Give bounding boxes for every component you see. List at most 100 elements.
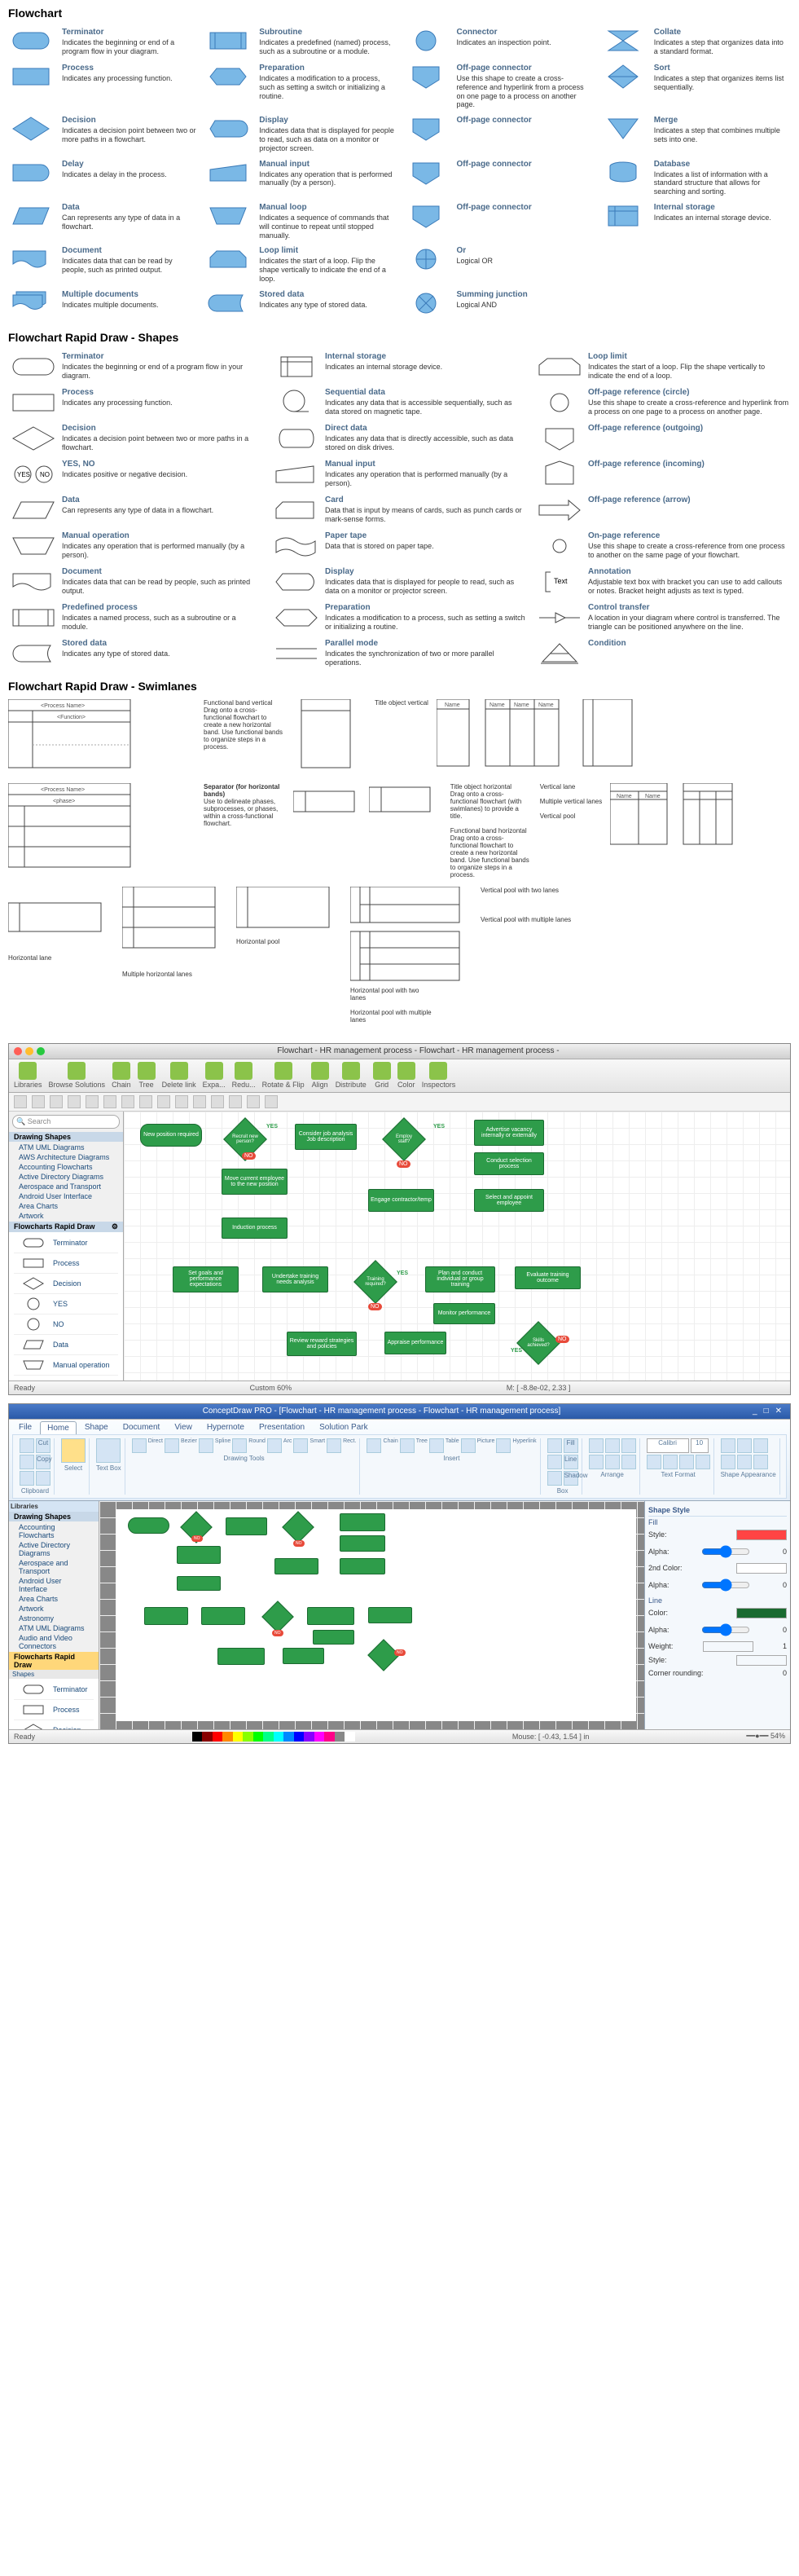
tool-icon[interactable]	[229, 1095, 242, 1108]
toolbar-button[interactable]: Tree	[138, 1062, 156, 1089]
node-process[interactable]: Plan and conduct individual or group tra…	[425, 1266, 495, 1292]
node-decision[interactable]: Training required?	[353, 1260, 397, 1304]
line-alpha-slider[interactable]	[701, 1623, 750, 1636]
palette-header[interactable]: Flowcharts Rapid Draw⚙	[9, 1222, 123, 1232]
tool-icon[interactable]	[121, 1095, 134, 1108]
gear-icon[interactable]: ⚙	[112, 1222, 118, 1231]
zoom-label[interactable]: Custom 60%	[250, 1384, 292, 1392]
palette-item[interactable]: Terminator	[14, 1233, 118, 1253]
alpha2-slider[interactable]	[701, 1579, 750, 1592]
tool-icon[interactable]	[175, 1095, 188, 1108]
palette-item[interactable]: Process	[14, 1253, 118, 1274]
node-process[interactable]: Engage contractor/temp	[368, 1189, 434, 1212]
drawtool-button[interactable]	[199, 1438, 213, 1453]
drawtool-button[interactable]	[132, 1438, 147, 1453]
second-color-swatch[interactable]	[736, 1563, 787, 1574]
toolbar-button[interactable]: Color	[397, 1062, 415, 1089]
node-process[interactable]: Appraise performance	[384, 1332, 446, 1354]
node-process[interactable]: Evaluate training outcome	[515, 1266, 581, 1289]
palette-item[interactable]: NO	[14, 1314, 118, 1335]
mac-window-controls[interactable]	[14, 1047, 45, 1055]
node-process[interactable]: Set goals and performance expectations	[173, 1266, 239, 1292]
toolbar-button[interactable]: Rotate & Flip	[262, 1062, 305, 1089]
fill-button[interactable]	[547, 1438, 562, 1453]
library-item[interactable]: Active Directory Diagrams	[14, 1540, 94, 1558]
drawtool-button[interactable]	[267, 1438, 282, 1453]
library-item[interactable]: Accounting Flowcharts	[14, 1522, 94, 1540]
palette-item[interactable]: Process	[14, 1700, 94, 1720]
toolbar-button[interactable]: Grid	[373, 1062, 391, 1089]
drawtool-button[interactable]	[327, 1438, 341, 1453]
library-item[interactable]: Active Directory Diagrams	[14, 1172, 118, 1182]
library-item[interactable]: Area Charts	[14, 1201, 118, 1211]
ribbon-tab[interactable]: Shape	[78, 1421, 115, 1434]
library-item[interactable]: Audio and Video Connectors	[14, 1633, 94, 1651]
node-process[interactable]: Review reward strategies and policies	[287, 1332, 357, 1356]
win-canvas[interactable]: NO NO NO NO	[99, 1501, 644, 1729]
toolbar-button[interactable]: Distribute	[336, 1062, 367, 1089]
zoom-slider[interactable]: ━━●━━	[746, 1732, 768, 1740]
toolbar-button[interactable]: Delete link	[162, 1062, 196, 1089]
fill-style-swatch[interactable]	[736, 1530, 787, 1540]
library-item[interactable]: Accounting Flowcharts	[14, 1162, 118, 1172]
library-item[interactable]: Artwork	[14, 1604, 94, 1614]
toolbar-button[interactable]: Browse Solutions	[49, 1062, 106, 1089]
tool-icon[interactable]	[157, 1095, 170, 1108]
tool-icon[interactable]	[247, 1095, 260, 1108]
ribbon-tab[interactable]: File	[12, 1421, 38, 1434]
clone-button[interactable]	[36, 1471, 50, 1486]
library-item[interactable]: ATM UML Diagrams	[14, 1143, 118, 1152]
insert-button[interactable]	[400, 1438, 415, 1453]
copy-button[interactable]	[20, 1455, 34, 1469]
select-button[interactable]	[61, 1438, 86, 1463]
tool-icon[interactable]	[86, 1095, 99, 1108]
node-process[interactable]: Induction process	[222, 1218, 288, 1239]
drawtool-button[interactable]	[293, 1438, 308, 1453]
tool-icon[interactable]	[32, 1095, 45, 1108]
close-icon[interactable]: ✕	[772, 1407, 785, 1416]
line-button[interactable]	[547, 1455, 562, 1469]
textbox-button[interactable]	[96, 1438, 121, 1463]
node-process[interactable]: Move current employee to the new positio…	[222, 1169, 288, 1195]
library-item[interactable]: Android User Interface	[14, 1576, 94, 1594]
minimize-icon[interactable]: _	[749, 1407, 761, 1416]
library-item[interactable]: Area Charts	[14, 1594, 94, 1604]
palette-item[interactable]: Decision	[14, 1274, 118, 1294]
alpha-slider[interactable]	[701, 1545, 750, 1558]
library-item[interactable]: Aerospace and Transport	[14, 1182, 118, 1191]
search-input[interactable]: 🔍 Search	[12, 1115, 120, 1129]
palette-item[interactable]: YES	[14, 1294, 118, 1314]
drawtool-button[interactable]	[165, 1438, 179, 1453]
toolbar-button[interactable]: Expa...	[203, 1062, 226, 1089]
ribbon-tabs[interactable]: FileHomeShapeDocumentViewHypernotePresen…	[12, 1421, 787, 1434]
line-color-swatch[interactable]	[736, 1608, 787, 1618]
library-item[interactable]: Artwork	[14, 1211, 118, 1221]
library-list[interactable]: Drawing Shapes ATM UML DiagramsAWS Archi…	[9, 1132, 123, 1380]
library-item[interactable]: Aerospace and Transport	[14, 1558, 94, 1576]
node-decision[interactable]: Skills achieved?	[516, 1321, 560, 1365]
toolbar-button[interactable]: Libraries	[14, 1062, 42, 1089]
toolbar-button[interactable]: Redu...	[232, 1062, 256, 1089]
node-process[interactable]: Monitor performance	[433, 1303, 495, 1324]
tool-icon[interactable]	[50, 1095, 63, 1108]
toolbar-button[interactable]: Chain	[112, 1062, 131, 1089]
ribbon-tab[interactable]: Presentation	[252, 1421, 311, 1434]
tool-icon[interactable]	[103, 1095, 116, 1108]
tool-icon[interactable]	[265, 1095, 278, 1108]
color-palette[interactable]	[192, 1732, 355, 1742]
palette-item[interactable]: Terminator	[14, 1680, 94, 1700]
weight-select[interactable]	[703, 1641, 753, 1652]
tool-icon[interactable]	[139, 1095, 152, 1108]
palette-item[interactable]: Manual operation	[14, 1355, 118, 1376]
cut-button[interactable]	[20, 1438, 34, 1453]
insert-button[interactable]	[461, 1438, 476, 1453]
win-titlebar[interactable]: ConceptDraw PRO - [Flowchart - HR manage…	[9, 1404, 790, 1420]
library-item[interactable]: AWS Architecture Diagrams	[14, 1152, 118, 1162]
node-process[interactable]: Consider job analysis Job description	[295, 1124, 357, 1150]
ribbon-tab[interactable]: Hypernote	[200, 1421, 251, 1434]
insert-button[interactable]	[429, 1438, 444, 1453]
maximize-icon[interactable]: □	[761, 1407, 772, 1416]
paste-button[interactable]	[20, 1471, 34, 1486]
tool-icon[interactable]	[14, 1095, 27, 1108]
toolbar-button[interactable]: Inspectors	[422, 1062, 456, 1089]
